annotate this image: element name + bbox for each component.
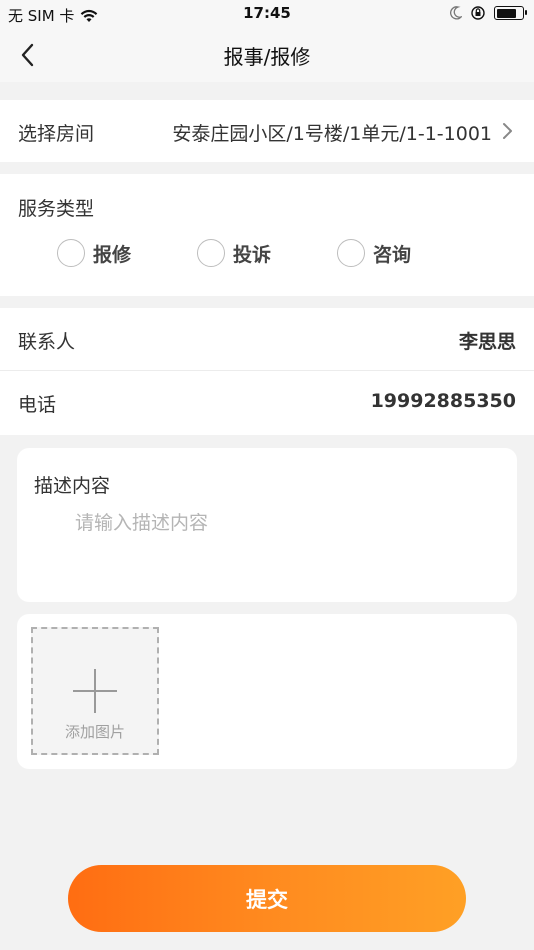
service-option-complaint[interactable]: 投诉 <box>197 239 271 267</box>
description-card: 描述内容 <box>17 448 517 602</box>
nav-bar: 报事/报修 <box>0 28 534 82</box>
phone-row: 电话 19992885350 <box>0 371 534 435</box>
room-label: 选择房间 <box>18 123 95 145</box>
chevron-right-icon <box>503 123 512 139</box>
service-option-label: 咨询 <box>373 243 412 266</box>
service-option-consult[interactable]: 咨询 <box>337 239 411 267</box>
submit-button[interactable]: 提交 <box>68 865 466 932</box>
description-input[interactable] <box>75 508 495 538</box>
status-right <box>450 5 527 21</box>
service-type-label: 服务类型 <box>18 198 95 220</box>
contact-value: 李思思 <box>458 331 516 353</box>
add-photo-label: 添加图片 <box>64 723 125 741</box>
service-option-label: 报修 <box>93 243 132 266</box>
description-label: 描述内容 <box>34 475 111 497</box>
service-option-repair[interactable]: 报修 <box>57 239 131 267</box>
room-value: 安泰庄园小区/1号楼/1单元/1-1-1001 <box>172 123 492 145</box>
phone-value: 19992885350 <box>370 390 516 412</box>
service-type-section: 服务类型 报修 投诉 咨询 <box>0 174 534 296</box>
room-selector[interactable]: 选择房间 安泰庄园小区/1号楼/1单元/1-1-1001 <box>0 100 534 162</box>
page-title: 报事/报修 <box>223 45 311 69</box>
moon-icon <box>450 6 462 20</box>
radio-circle[interactable] <box>57 239 85 267</box>
service-option-label: 投诉 <box>233 243 272 266</box>
radio-circle[interactable] <box>337 239 365 267</box>
orientation-lock-icon <box>471 6 485 20</box>
battery-icon <box>494 6 527 20</box>
contact-label: 联系人 <box>18 331 76 353</box>
battery-level <box>496 8 516 18</box>
photo-card: 添加图片 <box>17 614 517 769</box>
plus-icon <box>73 669 117 713</box>
contact-row: 联系人 李思思 <box>0 308 534 370</box>
add-photo-button[interactable]: 添加图片 <box>31 627 159 755</box>
phone-label: 电话 <box>18 394 57 416</box>
radio-circle[interactable] <box>197 239 225 267</box>
status-bar: 无 SIM 卡 17:45 <box>0 0 534 28</box>
